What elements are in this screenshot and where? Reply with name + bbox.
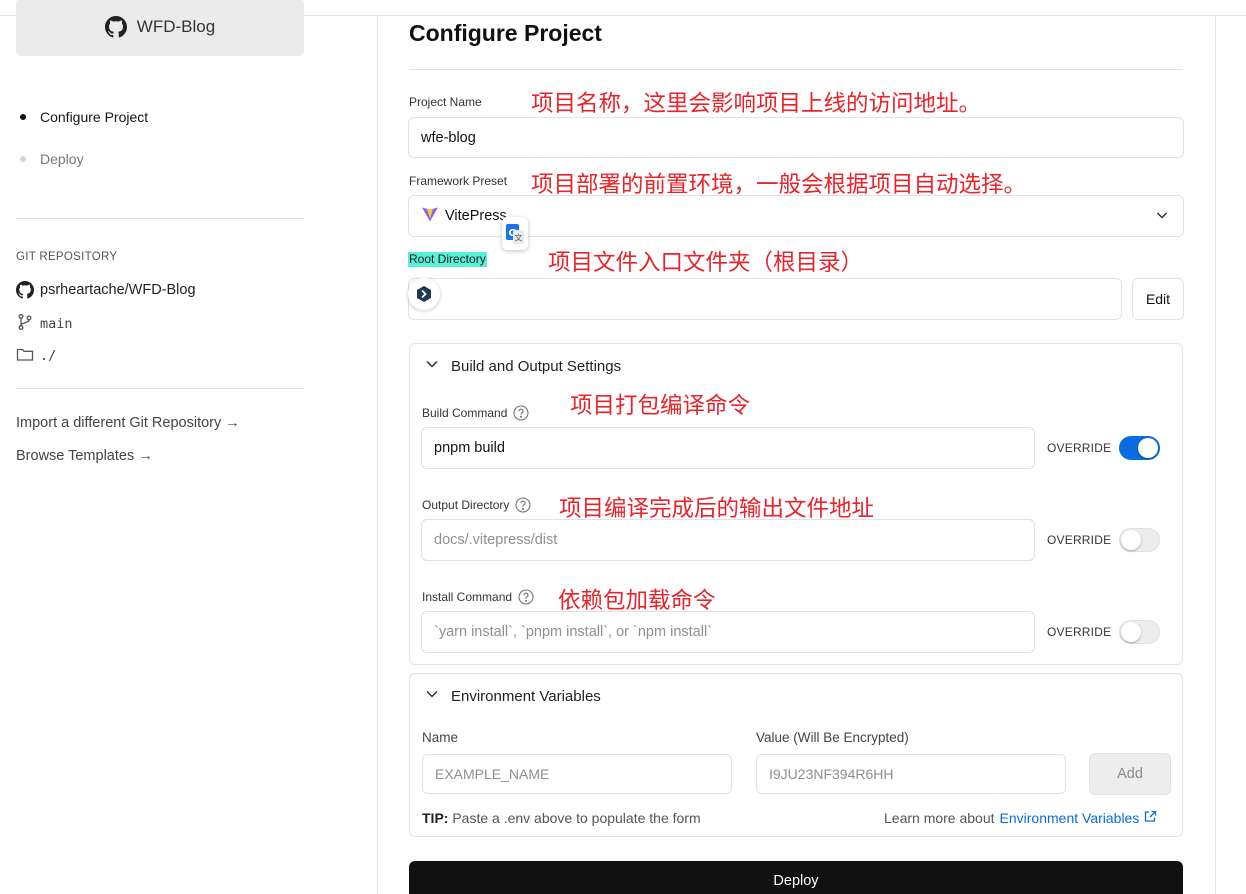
output-override-toggle[interactable] [1119,528,1160,552]
env-value-label: Value (Will Be Encrypted) [756,730,909,745]
framework-preset-value: VitePress [445,208,507,224]
build-command-input[interactable]: pnpm build [421,427,1035,469]
env-name-label: Name [422,730,459,745]
output-directory-label-row: Output Directory [422,497,531,513]
tip-text: Paste a .env above to populate the form [448,810,701,826]
step-label: Deploy [40,151,84,167]
import-repo-link[interactable]: Import a different Git Repository → [16,415,240,431]
help-icon[interactable] [518,589,534,605]
step-active-dot [20,114,26,120]
output-override-label: OVERRIDE [1047,533,1112,547]
page-title: Configure Project [409,20,602,46]
env-value-input[interactable]: I9JU23NF394R6HH [756,754,1066,794]
repo-full-name: psrheartache/WFD-Blog [40,282,196,298]
build-command-label-row: Build Command [422,405,529,421]
folder-icon [16,345,34,367]
browse-templates-link[interactable]: Browse Templates → [16,448,153,464]
help-icon[interactable] [515,497,531,513]
branch-name: main [40,316,73,332]
root-directory-edit-button[interactable]: Edit [1132,278,1184,320]
project-name-label: Project Name [409,95,482,109]
env-tip: TIP: Paste a .env above to populate the … [422,810,701,826]
output-directory-label: Output Directory [422,498,510,512]
root-directory-label: Root Directory [408,252,487,267]
env-vars-docs-link[interactable]: Environment Variables [1000,810,1140,826]
help-icon[interactable] [513,405,529,421]
env-vars-toggle[interactable]: Environment Variables [425,687,601,705]
learn-prefix: Learn more about [884,810,995,826]
build-override-toggle[interactable] [1119,436,1160,460]
external-link-icon[interactable] [1144,810,1157,826]
toggle-knob [1121,622,1141,642]
repo-link[interactable]: psrheartache/WFD-Blog [16,281,196,299]
build-command-label: Build Command [422,406,508,420]
steps-list: Configure Project Deploy [20,106,148,190]
build-settings-toggle[interactable]: Build and Output Settings [425,357,621,375]
vitepress-logo-icon [421,205,439,227]
step-configure-project[interactable]: Configure Project [20,106,148,128]
build-command-annotation: 项目打包编译命令 [570,393,751,419]
github-icon [104,16,127,38]
framework-preset-label: Framework Preset [409,174,508,188]
step-inactive-dot [20,156,26,162]
install-override-label: OVERRIDE [1047,625,1112,639]
env-name-input[interactable]: EXAMPLE_NAME [422,754,732,794]
sidebar-divider [16,218,304,219]
env-vars-heading: Environment Variables [451,687,601,705]
root-path: ./ [40,348,57,364]
sidebar-divider [16,388,304,389]
project-name-annotation: 项目名称，这里会影响项目上线的访问地址。 [531,91,982,117]
install-command-input[interactable]: `yarn install`, `pnpm install`, or `npm … [421,611,1035,653]
env-add-button[interactable]: Add [1089,753,1171,795]
deploy-button[interactable]: Deploy [409,861,1183,894]
output-directory-input[interactable]: docs/.vitepress/dist [421,519,1035,561]
svg-text:文: 文 [515,232,523,242]
translate-extension-icon[interactable]: G文 [502,217,528,250]
root-directory-annotation: 项目文件入口文件夹（根目录） [548,250,864,276]
toggle-knob [1121,530,1141,550]
tip-bold: TIP: [422,810,449,826]
build-override-label: OVERRIDE [1047,441,1112,455]
branch-row: main [16,313,73,335]
project-name-input[interactable]: wfe-blog [408,117,1184,158]
repo-card-name: WFD-Blog [136,17,216,36]
root-directory-input[interactable] [408,278,1122,320]
chevron-down-icon [1155,208,1169,226]
chevron-down-icon [425,687,439,705]
build-settings-heading: Build and Output Settings [451,357,622,375]
github-icon [16,281,34,299]
install-command-label: Install Command [422,590,513,604]
title-divider [409,69,1183,70]
step-label: Configure Project [40,109,149,125]
install-override-toggle[interactable] [1119,620,1160,644]
git-repository-heading: GIT REPOSITORY [16,251,118,263]
repo-card: WFD-Blog [16,0,304,56]
root-path-row: ./ [16,345,56,367]
install-command-label-row: Install Command [422,589,534,605]
git-branch-icon [16,313,34,335]
chevron-down-icon [425,357,439,375]
env-learn-more: Learn more about Environment Variables [884,810,1157,826]
toggle-knob [1138,438,1158,458]
step-deploy[interactable]: Deploy [20,148,148,170]
extension-hexagon-icon[interactable] [408,278,440,310]
